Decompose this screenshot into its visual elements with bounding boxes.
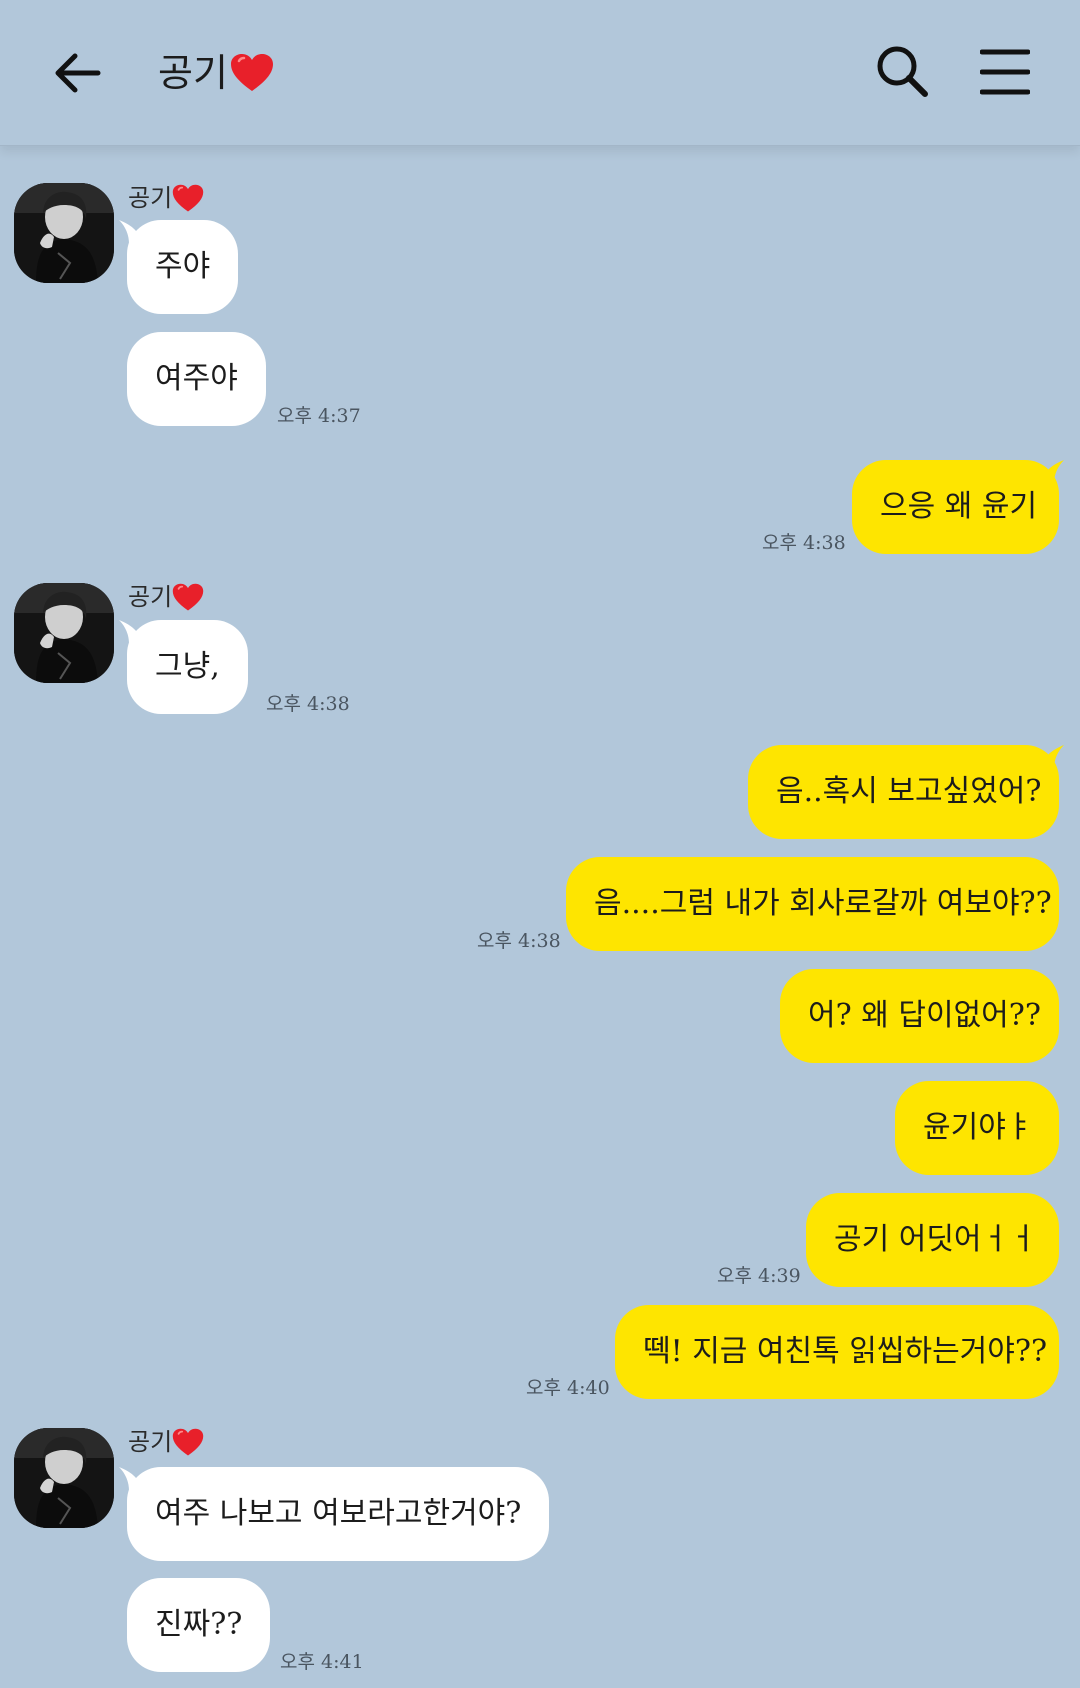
sender-name-text: 공기	[128, 184, 173, 212]
message-bubble-outgoing[interactable]: 음..혹시 보고싶었어?	[748, 745, 1059, 839]
message-bubble-outgoing[interactable]: 공기 어딧어ㅓㅓ	[806, 1193, 1059, 1287]
heart-icon	[172, 583, 204, 612]
message-bubble-outgoing[interactable]: 음....그럼 내가 회사로갈까 여보야??	[566, 857, 1059, 951]
message-bubble-outgoing[interactable]: 으응 왜 윤기	[852, 460, 1059, 554]
sender-name-text: 공기	[128, 583, 173, 611]
message-bubble-outgoing[interactable]: 떽! 지금 여친톡 읽씹하는거야??	[615, 1305, 1059, 1399]
message-bubble-incoming[interactable]: 진짜??	[127, 1578, 271, 1672]
back-arrow-icon[interactable]	[50, 46, 104, 100]
message-bubble-outgoing[interactable]: 어? 왜 답이없어??	[780, 969, 1059, 1063]
message-time: 오후 4:38	[266, 693, 350, 715]
hamburger-menu-icon[interactable]	[980, 48, 1030, 96]
sender-name-text: 공기	[128, 1428, 173, 1456]
heart-icon	[172, 184, 204, 213]
message-bubble-incoming[interactable]: 여주야	[127, 332, 266, 426]
message-time: 오후 4:40	[526, 1377, 610, 1399]
avatar[interactable]	[14, 583, 114, 683]
avatar[interactable]	[14, 183, 114, 283]
avatar[interactable]	[14, 1428, 114, 1528]
message-time: 오후 4:39	[717, 1265, 801, 1287]
heart-icon	[230, 53, 274, 93]
message-time: 오후 4:38	[477, 930, 561, 952]
message-bubble-incoming[interactable]: 그냥,	[127, 620, 248, 714]
chat-title: 공기	[158, 45, 274, 101]
message-time: 오후 4:38	[762, 532, 846, 554]
heart-icon	[172, 1428, 204, 1457]
message-time: 오후 4:41	[280, 1651, 364, 1673]
chat-title-text: 공기	[158, 51, 228, 95]
message-time: 오후 4:37	[277, 405, 361, 427]
sender-name: 공기	[128, 1425, 204, 1459]
chat-header: 공기	[0, 0, 1080, 146]
sender-name: 공기	[128, 580, 204, 614]
message-bubble-incoming[interactable]: 여주 나보고 여보라고한거야?	[127, 1467, 550, 1561]
search-icon[interactable]	[875, 44, 931, 100]
sender-name: 공기	[128, 181, 204, 215]
message-bubble-incoming[interactable]: 주야	[127, 220, 239, 314]
message-bubble-outgoing[interactable]: 윤기야ㅑ	[895, 1081, 1059, 1175]
